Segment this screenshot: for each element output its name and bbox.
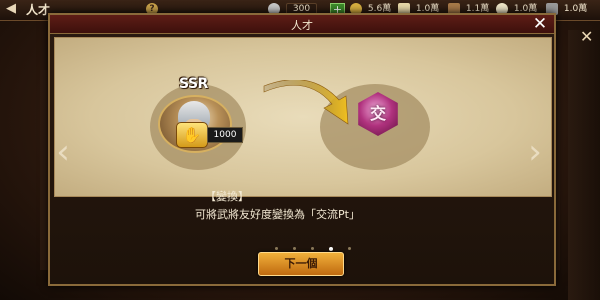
modal-header: 人才 ✕ bbox=[50, 14, 554, 34]
back-icon[interactable]: ◀ bbox=[6, 2, 20, 16]
description-title: 【變換】 bbox=[205, 190, 249, 203]
close-icon[interactable]: ✕ bbox=[530, 14, 550, 34]
screen-title: 人才 bbox=[26, 3, 51, 17]
background-side-panel bbox=[568, 30, 600, 300]
description-text: 可將武將友好度變換為「交流Pt」 bbox=[195, 208, 360, 221]
page-dot-active bbox=[329, 246, 334, 251]
next-button[interactable]: 下一個 bbox=[258, 252, 344, 276]
next-page-arrow[interactable]: › bbox=[526, 130, 544, 174]
friendship-count: 1000 bbox=[207, 127, 243, 143]
curved-arrow-icon bbox=[263, 80, 349, 125]
prev-page-arrow[interactable]: ‹ bbox=[54, 130, 72, 174]
handshake-icon: ✋ bbox=[176, 122, 208, 148]
token-char: 交 bbox=[369, 104, 386, 123]
resource-value: 1.0萬 bbox=[563, 4, 588, 14]
background-close-icon: ✕ bbox=[580, 27, 594, 46]
rarity-badge: SSR bbox=[179, 76, 208, 92]
page-dot bbox=[275, 247, 278, 250]
modal-title: 人才 bbox=[291, 19, 313, 32]
page-indicator bbox=[270, 238, 356, 251]
